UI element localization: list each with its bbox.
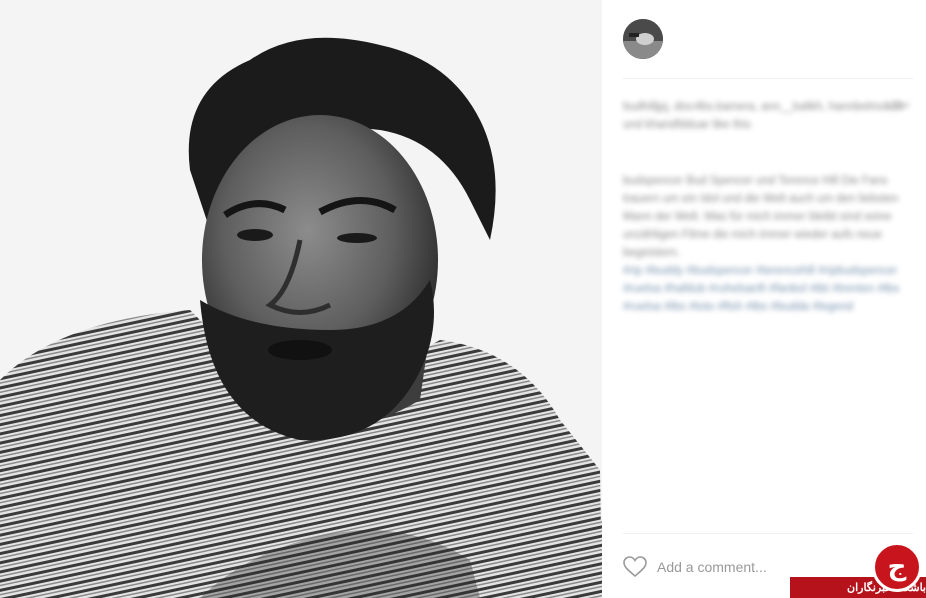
caption: budspencer Bud Spencer und Terence Hill … — [623, 172, 908, 316]
comment-divider — [623, 533, 913, 534]
caption-hashtags[interactable]: #rip #buddy #budspencer #terencehill #ri… — [623, 265, 899, 313]
time-ago: 139w — [883, 99, 910, 111]
post-sidebar: budhilljpj, disc4bs.kamera, ann__kalikh,… — [602, 0, 926, 598]
portrait-illustration — [0, 0, 602, 598]
header-divider — [623, 78, 913, 79]
heart-icon[interactable] — [623, 556, 647, 578]
likes-line: budhilljpj, disc4bs.kamera, ann__kalikh,… — [623, 101, 905, 131]
comment-input[interactable] — [657, 559, 817, 575]
avatar[interactable] — [623, 19, 663, 59]
post-photo[interactable] — [0, 0, 602, 598]
watermark-logo: ج — [872, 542, 922, 592]
avatar-image — [623, 19, 663, 59]
caption-text: budspencer Bud Spencer und Terence Hill … — [623, 175, 899, 259]
